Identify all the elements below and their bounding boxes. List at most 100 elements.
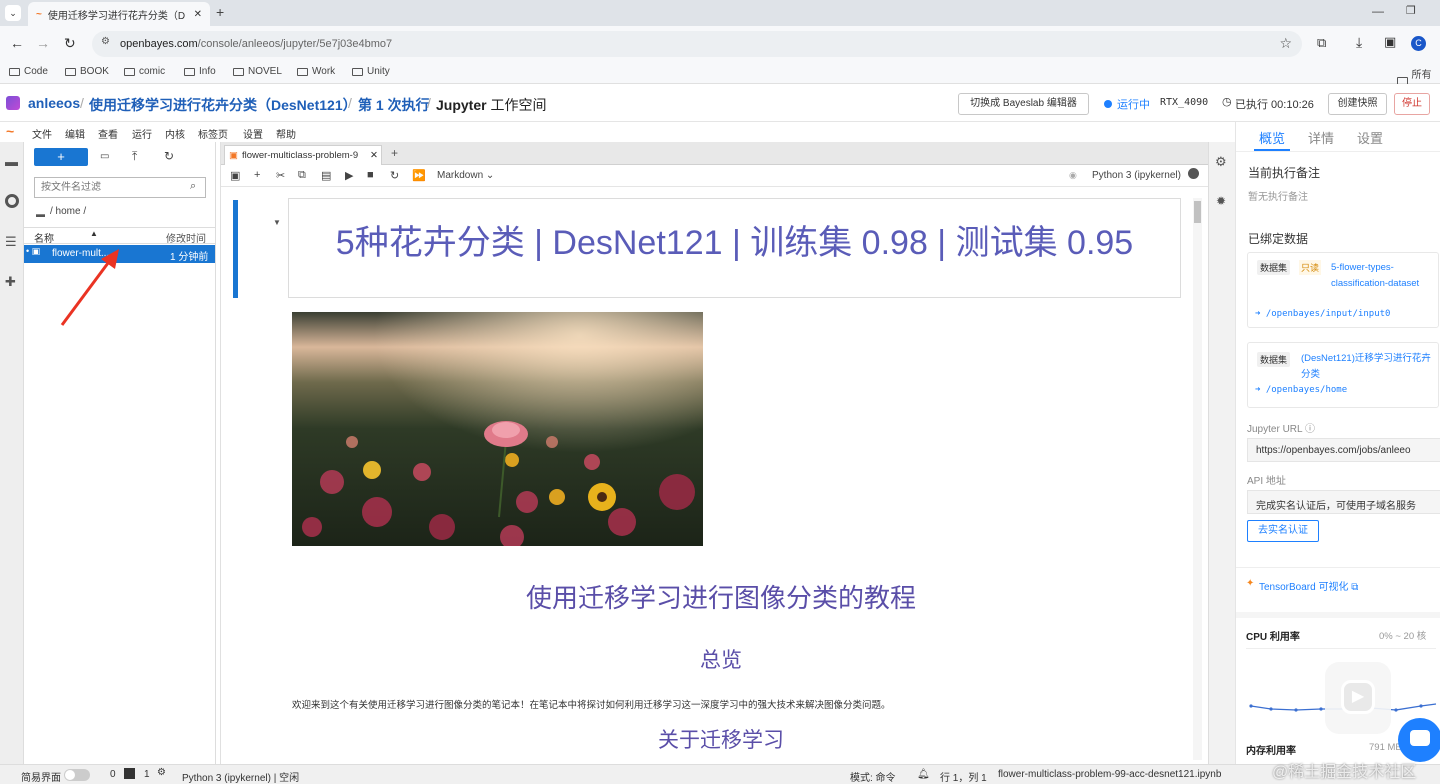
notebook-toolbar: ▣ + ✂ ⧉ ▤ ▶ ■ ↻ ⏩ Markdown ⌄ ◉ Python 3 …	[221, 165, 1209, 187]
overview-heading: 总览	[700, 649, 742, 672]
sidepanel-icon[interactable]: ▣	[1384, 34, 1396, 50]
menu-help[interactable]: 帮助	[276, 126, 296, 141]
bookmark-info[interactable]: Info	[184, 66, 216, 77]
bookmark-code[interactable]: Code	[9, 66, 48, 77]
new-launcher-button[interactable]: +	[34, 148, 88, 166]
tutorial-heading: 使用迁移学习进行图像分类的教程	[525, 583, 916, 613]
bell-icon[interactable]: 🔔︎	[917, 769, 930, 780]
title-cell[interactable]: 5种花卉分类 | DesNet121 | 训练集 0.98 | 测试集 0.95	[288, 198, 1181, 298]
intro-paragraph: 欢迎来到这个有关使用迁移学习进行图像分类的笔记本！在笔记本中将探讨如何利用迁移学…	[292, 700, 891, 711]
cell-type-select[interactable]: Markdown ⌄	[437, 170, 494, 181]
bookmark-star-icon[interactable]: ☆	[1279, 35, 1292, 52]
toc-icon[interactable]: ☰	[5, 234, 17, 250]
switch-editor-button[interactable]: 切换成 Bayeslab 编辑器	[958, 93, 1089, 115]
collapse-caret-icon[interactable]: ▼	[273, 218, 281, 227]
col-name-header[interactable]: 名称	[34, 230, 54, 245]
bookmark-novel[interactable]: NOVEL	[233, 66, 282, 77]
chat-bubble-button[interactable]	[1398, 718, 1440, 762]
tab-details[interactable]: 详情	[1308, 128, 1334, 147]
create-snapshot-button[interactable]: 创建快照	[1328, 93, 1387, 115]
insert-cell-icon[interactable]: +	[254, 169, 260, 181]
extension-manager-icon[interactable]: ✚	[5, 274, 16, 290]
add-tab-icon[interactable]: +	[391, 146, 398, 160]
refresh-icon[interactable]: ↻	[164, 149, 174, 163]
dataset-link[interactable]: 5-flower-types-classification-dataset	[1331, 260, 1431, 292]
new-tab-button[interactable]: +	[216, 4, 224, 20]
cpu-label: CPU 利用率	[1246, 632, 1300, 643]
debugger-icon[interactable]: ✹	[1216, 194, 1226, 208]
menu-tabs[interactable]: 标签页	[198, 126, 228, 141]
close-icon[interactable]: ✕	[370, 150, 378, 161]
bookmark-comic[interactable]: comic	[124, 66, 165, 77]
active-cell-indicator	[233, 200, 238, 298]
running-kernels-icon[interactable]	[5, 194, 19, 208]
watermark: @稀土掘金技术社区	[1272, 764, 1417, 781]
api-label: API 地址	[1247, 476, 1286, 487]
kernel-name[interactable]: Python 3 (ipykernel)	[1092, 170, 1181, 181]
back-icon[interactable]: ←	[10, 35, 24, 51]
current-path[interactable]: / home /	[50, 206, 86, 217]
jupyter-url-field[interactable]: https://openbayes.com/jobs/anleeo	[1247, 438, 1440, 462]
stop-button[interactable]: 停止	[1394, 93, 1430, 115]
url-field[interactable]: ⚙ openbayes.com/console/anleeos/jupyter/…	[92, 31, 1302, 57]
workspace-name: Jupyter	[436, 97, 487, 113]
verify-button[interactable]: 去实名认证	[1247, 520, 1319, 542]
video-play-overlay[interactable]: ▶	[1325, 662, 1391, 734]
menu-settings[interactable]: 设置	[243, 126, 263, 141]
reload-icon[interactable]: ↻	[64, 35, 76, 52]
bookmark-work[interactable]: Work	[297, 66, 335, 77]
paste-icon[interactable]: ▤	[321, 169, 331, 182]
tab-overview[interactable]: 概览	[1259, 128, 1285, 147]
notebook-tab[interactable]: ▣ flower-multiclass-problem-9 ✕	[224, 145, 382, 165]
forward-icon[interactable]: →	[36, 35, 50, 51]
save-icon[interactable]: ▣	[230, 169, 240, 182]
bookmark-unity[interactable]: Unity	[352, 66, 390, 77]
menu-file[interactable]: 文件	[32, 126, 52, 141]
bookmark-book[interactable]: BOOK	[65, 66, 109, 77]
copy-icon[interactable]: ⧉	[298, 169, 306, 182]
close-icon[interactable]: ✕	[194, 9, 202, 20]
file-filter-input[interactable]	[34, 177, 206, 198]
notebook-tab-title: flower-multiclass-problem-9	[241, 150, 359, 161]
dataset-card: 数据集 只读 5-flower-types-classification-dat…	[1247, 252, 1439, 328]
dataset-link[interactable]: (DesNet121)迁移学习进行花卉分类	[1301, 351, 1435, 383]
menu-run[interactable]: 运行	[132, 126, 152, 141]
extensions-icon[interactable]: ⧉	[1317, 35, 1326, 51]
minimize-icon[interactable]: —	[1372, 4, 1384, 18]
upload-icon[interactable]: ⤒	[132, 149, 137, 164]
terminal-icon[interactable]	[124, 768, 135, 779]
kernel-status[interactable]: Python 3 (ipykernel) | 空闲	[182, 769, 299, 784]
restart-icon[interactable]: ↻	[390, 169, 399, 182]
property-inspector-icon[interactable]: ⚙	[1215, 154, 1227, 170]
menu-edit[interactable]: 编辑	[65, 126, 85, 141]
tensorboard-link[interactable]: TensorBoard 可视化 ⧉	[1259, 578, 1358, 593]
run-icon[interactable]: ▶	[345, 169, 353, 182]
bookmark-label: Unity	[367, 66, 390, 77]
site-info-icon[interactable]: ⚙	[101, 36, 110, 47]
kernel-icon[interactable]: ⚙	[157, 767, 166, 778]
breadcrumb-project[interactable]: 使用迁移学习进行花卉分类（DesNet121）	[89, 95, 357, 115]
breadcrumb-user[interactable]: anleeos	[28, 95, 80, 111]
bookmark-label: Info	[199, 66, 216, 77]
menu-kernel[interactable]: 内核	[165, 126, 185, 141]
file-browser-icon[interactable]: ▬	[5, 154, 18, 169]
scrollbar-thumb[interactable]	[1194, 201, 1201, 223]
tab-settings[interactable]: 设置	[1357, 128, 1383, 147]
notebook-scrollbar[interactable]	[1193, 198, 1202, 760]
browser-tab-active[interactable]: ~ 使用迁移学习进行花卉分类（D ✕	[28, 2, 210, 26]
run-all-icon[interactable]: ⏩	[412, 169, 426, 182]
restore-icon[interactable]: ❐	[1406, 4, 1416, 17]
profile-avatar[interactable]: C	[1411, 36, 1426, 51]
interrupt-icon[interactable]: ■	[367, 169, 374, 181]
tab-search-button[interactable]: ⌄	[5, 5, 21, 21]
notebook-tab-icon: ▣	[229, 150, 238, 161]
menu-view[interactable]: 查看	[98, 126, 118, 141]
cut-icon[interactable]: ✂	[276, 169, 285, 182]
breadcrumb-run[interactable]: 第 1 次执行	[358, 95, 430, 115]
notebook-area: ▣ flower-multiclass-problem-9 ✕ + ▣ + ✂ …	[220, 142, 1209, 764]
simple-mode-toggle[interactable]	[64, 769, 90, 781]
new-folder-icon[interactable]: ▭	[100, 151, 109, 162]
bound-data-title: 已绑定数据	[1248, 232, 1309, 246]
col-time-header[interactable]: 修改时间	[166, 230, 206, 245]
download-icon[interactable]: ⤓	[1356, 34, 1362, 51]
